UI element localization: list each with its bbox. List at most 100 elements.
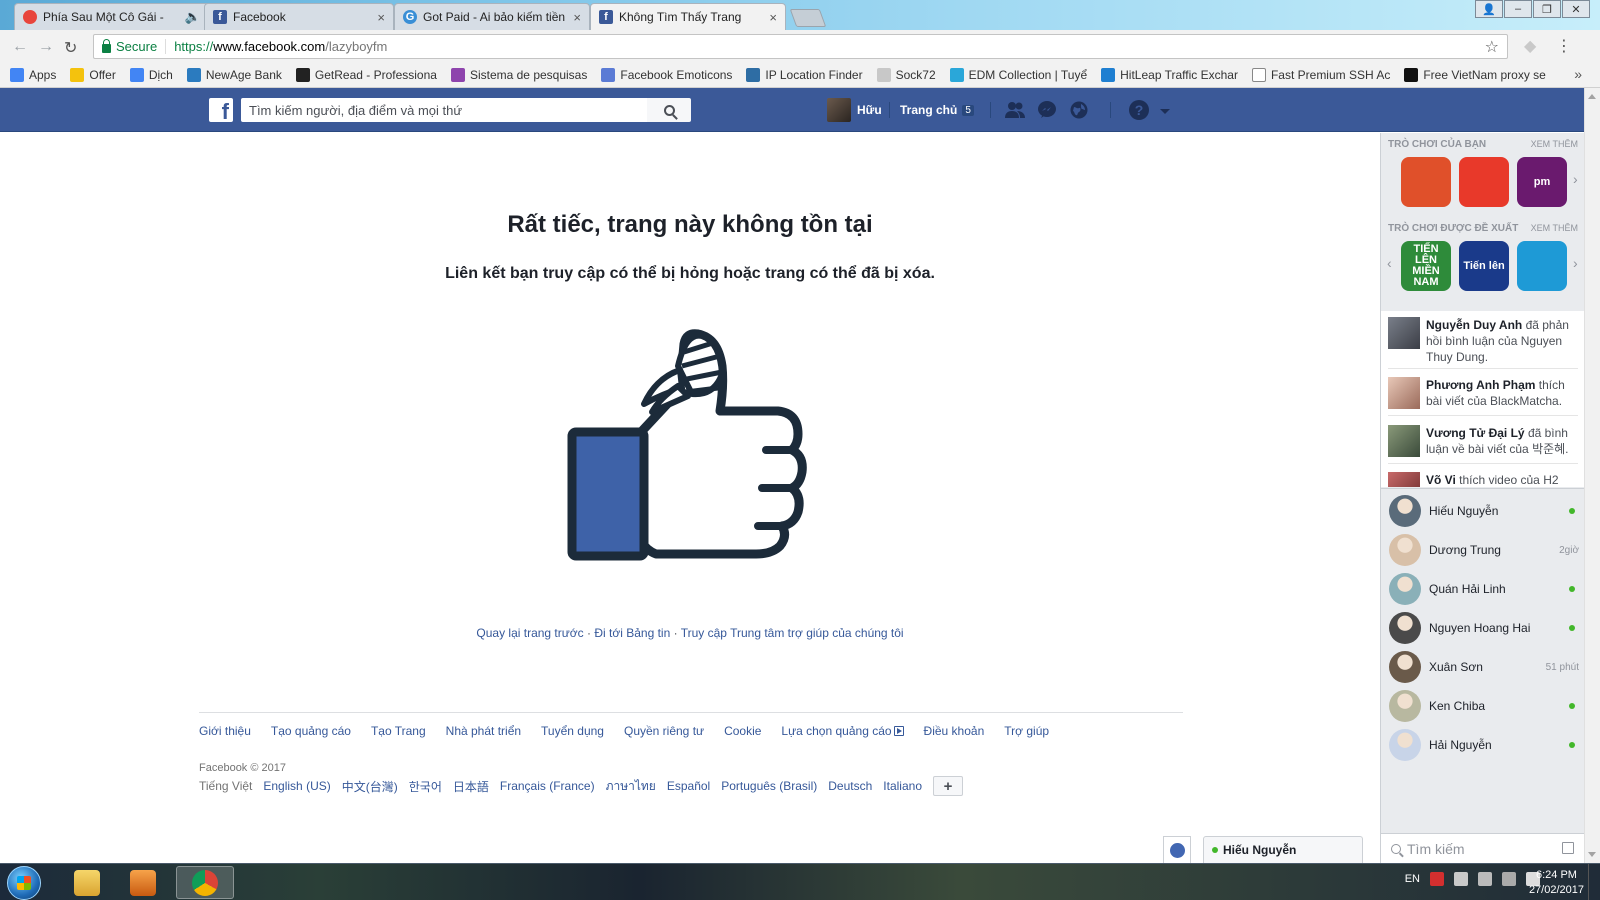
bookmark-item[interactable]: Free VietNam proxy se: [1404, 68, 1546, 82]
taskbar-explorer[interactable]: [60, 866, 114, 899]
browser-tab-gotpaid[interactable]: G Got Paid - Ai bảo kiếm tiền ×: [394, 3, 590, 30]
contact-item[interactable]: Hải Nguyễn: [1389, 727, 1579, 763]
minimize-button[interactable]: –: [1504, 0, 1532, 18]
bookmark-star-icon[interactable]: ☆: [1485, 37, 1499, 57]
close-window-button[interactable]: ✕: [1562, 0, 1590, 18]
footer-link-help[interactable]: Trợ giúp: [1004, 724, 1049, 738]
language-indicator[interactable]: EN: [1405, 873, 1420, 885]
footer-link-create-ad[interactable]: Tạo quảng cáo: [271, 724, 351, 738]
chat-globe-button[interactable]: [1163, 836, 1191, 863]
footer-link-about[interactable]: Giới thiệu: [199, 724, 251, 738]
secure-indicator[interactable]: Secure: [102, 38, 167, 54]
chevron-right-icon[interactable]: ›: [1573, 255, 1578, 271]
scroll-up-icon[interactable]: [1588, 94, 1596, 99]
see-more-link[interactable]: XEM THÊM: [1531, 139, 1578, 150]
back-arrow-icon[interactable]: ←: [12, 38, 28, 56]
footer-link-ad-choices[interactable]: Lựa chọn quảng cáo: [781, 724, 904, 738]
footer-link-developers[interactable]: Nhà phát triển: [446, 724, 521, 738]
game-tile[interactable]: [1401, 157, 1451, 207]
messenger-icon[interactable]: [1037, 101, 1057, 119]
see-more-link[interactable]: XEM THÊM: [1531, 223, 1578, 234]
profile-link[interactable]: Hữu: [827, 98, 882, 122]
footer-link-create-page[interactable]: Tạo Trang: [371, 724, 426, 738]
language-link[interactable]: 日本語: [453, 778, 489, 795]
taskbar-media-player[interactable]: [116, 866, 170, 899]
browser-tab-facebook[interactable]: f Facebook ×: [204, 3, 394, 30]
language-link[interactable]: Italiano: [883, 779, 922, 793]
ticker-item[interactable]: Nguyễn Duy Anh đã phản hồi bình luận của…: [1388, 317, 1580, 365]
account-menu-chevron-down-icon[interactable]: [1160, 109, 1170, 114]
news-feed-link[interactable]: Đi tới Bảng tin: [594, 626, 670, 640]
chevron-left-icon[interactable]: ‹: [1387, 255, 1392, 271]
show-desktop-button[interactable]: [1588, 864, 1600, 900]
taskbar-clock[interactable]: 6:24 PM 27/02/2017: [1529, 868, 1584, 898]
forward-arrow-icon[interactable]: →: [38, 38, 54, 56]
close-tab-icon[interactable]: ×: [769, 10, 777, 25]
bookmark-item[interactable]: NewAge Bank: [186, 68, 282, 82]
language-link[interactable]: 中文(台灣): [342, 778, 398, 795]
contact-item[interactable]: Hiếu Nguyễn: [1389, 493, 1579, 529]
bookmark-item[interactable]: HitLeap Traffic Exchar: [1101, 68, 1238, 82]
action-center-icon[interactable]: [1454, 872, 1468, 886]
bookmarks-overflow-icon[interactable]: »: [1574, 66, 1582, 82]
chrome-menu-icon[interactable]: ⋮: [1556, 36, 1572, 56]
maximize-button[interactable]: ❐: [1533, 0, 1561, 18]
contact-item[interactable]: Xuân Sơn 51 phút: [1389, 649, 1579, 685]
taskbar-chrome[interactable]: [176, 866, 234, 899]
language-link[interactable]: Français (France): [500, 779, 595, 793]
network-icon[interactable]: [1478, 872, 1492, 886]
speaker-icon[interactable]: 🔈: [185, 9, 201, 25]
game-tile[interactable]: TIẾN LÊN MIỀN NAM: [1401, 241, 1451, 291]
ticker-item[interactable]: Vương Tử Đại Lý đã bình luận về bài viết…: [1388, 425, 1580, 457]
go-back-link[interactable]: Quay lại trang trước: [476, 626, 583, 640]
new-message-icon[interactable]: [1562, 842, 1574, 854]
user-icon[interactable]: 👤: [1475, 0, 1503, 18]
contact-item[interactable]: Quán Hải Linh: [1389, 571, 1579, 607]
add-language-button[interactable]: +: [933, 776, 963, 796]
browser-tab-not-found[interactable]: f Không Tìm Thấy Trang ×: [590, 3, 786, 30]
contact-item[interactable]: Nguyen Hoang Hai: [1389, 610, 1579, 646]
new-tab-button[interactable]: [789, 9, 827, 27]
language-link[interactable]: Deutsch: [828, 779, 872, 793]
contact-item[interactable]: Dương Trung 2giờ: [1389, 532, 1579, 568]
address-bar[interactable]: Secure https://www.facebook.com/lazyboyf…: [93, 34, 1508, 59]
language-link[interactable]: 한국어: [409, 778, 442, 795]
close-tab-icon[interactable]: ×: [573, 10, 581, 25]
language-link[interactable]: Español: [667, 779, 710, 793]
facebook-search-input[interactable]: [241, 98, 647, 122]
footer-link-cookies[interactable]: Cookie: [724, 724, 761, 738]
language-link[interactable]: English (US): [263, 779, 330, 793]
chat-tab[interactable]: Hiếu Nguyễn: [1203, 836, 1363, 863]
game-tile[interactable]: [1459, 157, 1509, 207]
help-center-link[interactable]: Truy cập Trung tâm trợ giúp của chúng tô…: [681, 626, 904, 640]
bookmark-item[interactable]: Facebook Emoticons: [601, 68, 732, 82]
notifications-globe-icon[interactable]: [1069, 101, 1089, 119]
game-tile[interactable]: [1517, 241, 1567, 291]
reload-icon[interactable]: ↻: [64, 38, 77, 58]
chat-search[interactable]: Tìm kiếm: [1380, 833, 1584, 863]
home-link[interactable]: Trang chủ 5: [900, 103, 974, 117]
search-button[interactable]: [647, 98, 691, 122]
bookmark-item[interactable]: Fast Premium SSH Ac: [1251, 68, 1390, 82]
friend-requests-icon[interactable]: [1005, 101, 1025, 119]
game-tile[interactable]: Tiến lên: [1459, 241, 1509, 291]
browser-tab-music[interactable]: Phía Sau Một Cô Gái - 🔈: [14, 3, 210, 30]
vertical-scrollbar[interactable]: [1584, 88, 1600, 863]
bookmark-item[interactable]: Offer: [70, 68, 116, 82]
antivirus-icon[interactable]: [1430, 872, 1444, 886]
scroll-down-icon[interactable]: [1588, 852, 1596, 857]
contact-item[interactable]: Ken Chiba: [1389, 688, 1579, 724]
footer-link-terms[interactable]: Điều khoản: [924, 724, 985, 738]
language-link[interactable]: ภาษาไทย: [606, 777, 656, 796]
start-button[interactable]: [7, 866, 41, 900]
footer-link-privacy[interactable]: Quyền riêng tư: [624, 724, 704, 738]
game-tile[interactable]: pm: [1517, 157, 1567, 207]
language-link[interactable]: Português (Brasil): [721, 779, 817, 793]
bookmark-item[interactable]: GetRead - Professiona: [295, 68, 437, 82]
facebook-logo-icon[interactable]: f: [209, 98, 233, 122]
extension-icon[interactable]: ◆: [1524, 36, 1536, 56]
device-icon[interactable]: [1502, 872, 1516, 886]
bookmark-item[interactable]: Sistema de pesquisas: [450, 68, 587, 82]
bookmark-item[interactable]: Dịch: [129, 68, 173, 82]
bookmark-item[interactable]: IP Location Finder: [746, 68, 863, 82]
